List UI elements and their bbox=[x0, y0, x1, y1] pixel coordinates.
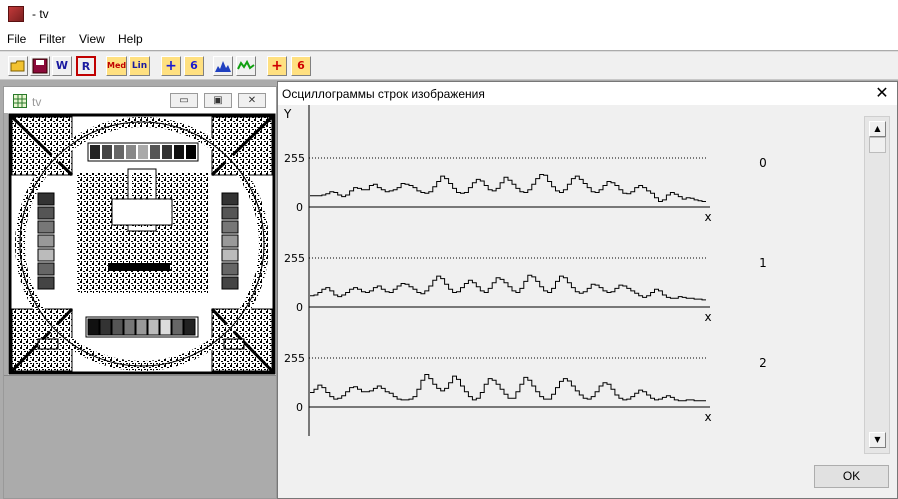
plus-blue-button[interactable]: + bbox=[161, 56, 181, 76]
child-minimize-button[interactable]: ▭ bbox=[170, 93, 198, 108]
child-restore-button[interactable]: ▣ bbox=[204, 93, 232, 108]
app-title: - tv bbox=[32, 7, 49, 21]
rows-group: 255 0 x 0 255 0 x 1 255 0 x 2 bbox=[284, 152, 767, 424]
green-wave-button[interactable] bbox=[236, 56, 256, 76]
green-wave-icon bbox=[237, 59, 255, 70]
histogram-button[interactable] bbox=[213, 56, 233, 76]
r-button[interactable]: R bbox=[76, 56, 96, 76]
med-button[interactable]: Med bbox=[106, 56, 127, 76]
x-axis-label: x bbox=[704, 410, 711, 424]
menu-help[interactable]: Help bbox=[118, 32, 143, 46]
scroll-thumb[interactable] bbox=[869, 137, 886, 153]
max-value-label: 255 bbox=[284, 152, 305, 165]
dialog-title-bar: Осциллограммы строк изображения ✕ bbox=[278, 82, 897, 105]
grid-icon[interactable] bbox=[13, 94, 27, 108]
menu-bar: File Filter View Help bbox=[0, 30, 898, 50]
lin-button[interactable]: Lin bbox=[129, 56, 150, 76]
row-index-label: 1 bbox=[759, 256, 767, 270]
child-close-button[interactable]: ✕ bbox=[238, 93, 266, 108]
min-value-label: 0 bbox=[296, 401, 303, 414]
row-waveform bbox=[310, 174, 706, 202]
ok-button[interactable]: OK bbox=[814, 465, 889, 488]
save-button[interactable] bbox=[30, 56, 50, 76]
app-icon[interactable] bbox=[8, 6, 24, 22]
toolbar: W R Med Lin + 6 + 6 bbox=[0, 51, 898, 80]
y-axis-label: Y bbox=[283, 107, 292, 121]
dialog-close-button[interactable]: ✕ bbox=[873, 84, 891, 102]
open-icon bbox=[10, 60, 25, 72]
x-axis-label: x bbox=[704, 310, 711, 324]
plus-red-button[interactable]: + bbox=[267, 56, 287, 76]
max-value-label: 255 bbox=[284, 352, 305, 365]
red-swirl-button[interactable]: 6 bbox=[291, 56, 311, 76]
scroll-down-button[interactable]: ▼ bbox=[869, 432, 886, 448]
mdi-client-area bbox=[4, 376, 276, 498]
open-button[interactable] bbox=[8, 56, 28, 76]
oscillogram-plot: Y 255 0 x 0 255 0 x 1 255 0 x 2 bbox=[283, 105, 767, 436]
scroll-up-button[interactable]: ▲ bbox=[869, 121, 886, 137]
row-waveform bbox=[310, 274, 706, 301]
main-title-bar: - tv bbox=[0, 0, 898, 30]
w-button[interactable]: W bbox=[52, 56, 72, 76]
image-child-window: tv ▭ ▣ ✕ bbox=[3, 86, 277, 499]
test-pattern-image[interactable] bbox=[8, 113, 276, 375]
child-title: tv bbox=[32, 95, 42, 109]
row-index-label: 2 bbox=[759, 356, 767, 370]
min-value-label: 0 bbox=[296, 201, 303, 214]
x-axis-label: x bbox=[704, 210, 711, 224]
menu-filter[interactable]: Filter bbox=[39, 32, 66, 46]
dialog-title: Осциллограммы строк изображения bbox=[282, 87, 485, 101]
child-title-bar: tv ▭ ▣ ✕ bbox=[4, 87, 276, 113]
row-index-label: 0 bbox=[759, 156, 767, 170]
row-waveform bbox=[310, 374, 706, 402]
blue-swirl-button[interactable]: 6 bbox=[184, 56, 204, 76]
histogram-icon bbox=[215, 61, 231, 72]
vertical-scrollbar[interactable]: ▲ ▼ bbox=[864, 116, 890, 454]
test-pattern-drawing bbox=[8, 113, 276, 375]
oscillogram-dialog: Осциллограммы строк изображения ✕ Y 255 0… bbox=[277, 81, 898, 499]
menu-view[interactable]: View bbox=[79, 32, 105, 46]
save-icon bbox=[32, 58, 48, 74]
min-value-label: 0 bbox=[296, 301, 303, 314]
menu-file[interactable]: File bbox=[7, 32, 26, 46]
max-value-label: 255 bbox=[284, 252, 305, 265]
